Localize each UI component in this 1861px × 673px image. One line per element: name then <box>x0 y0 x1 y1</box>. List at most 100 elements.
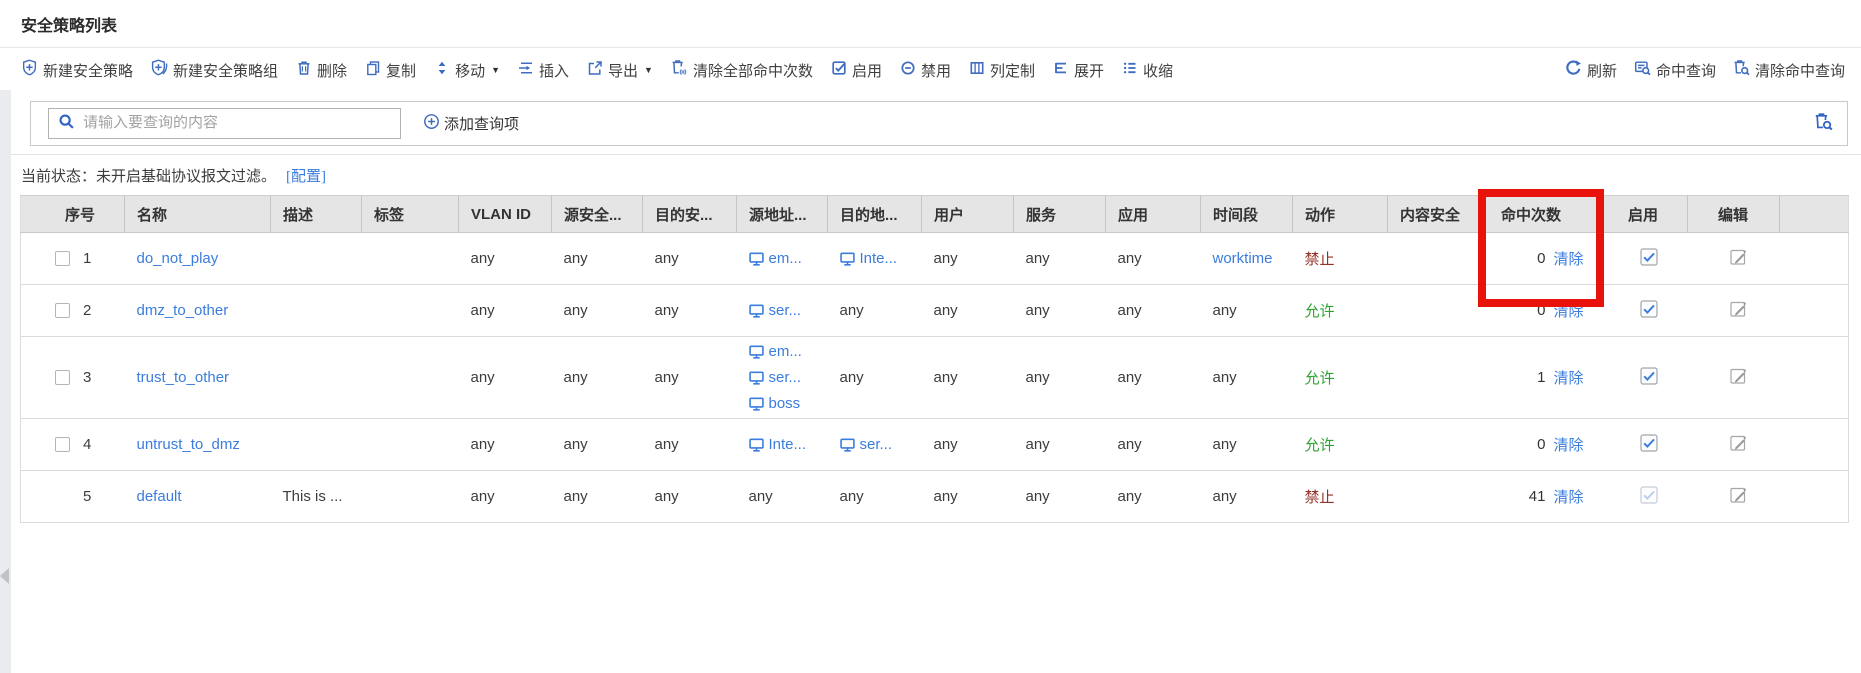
column-customize-button[interactable]: 列定制 <box>969 60 1035 81</box>
header-user[interactable]: 用户 <box>922 196 1014 233</box>
edit-button[interactable] <box>1730 367 1748 389</box>
schedule-link[interactable]: worktime <box>1213 250 1273 267</box>
policy-name-link[interactable]: dmz_to_other <box>137 302 229 319</box>
chevron-down-icon: ▼ <box>491 65 500 75</box>
user-cell: any <box>922 285 1014 337</box>
policy-name-link[interactable]: default <box>137 488 182 505</box>
export-button[interactable]: 导出 ▼ <box>587 60 653 81</box>
enable-checkbox[interactable] <box>1640 367 1658 389</box>
section-divider <box>0 154 1861 155</box>
tag-cell <box>362 285 459 337</box>
policy-name-link[interactable]: untrust_to_dmz <box>137 436 240 453</box>
header-desc[interactable]: 描述 <box>271 196 362 233</box>
copy-button[interactable]: 复制 <box>365 60 416 81</box>
table-row: 3 trust_to_other any any any em... ser..… <box>21 337 1849 419</box>
header-vlan[interactable]: VLAN ID <box>459 196 552 233</box>
clear-hits-link[interactable]: 清除 <box>1553 434 1583 455</box>
policy-name-link[interactable]: do_not_play <box>137 250 219 267</box>
app-cell: any <box>1106 471 1201 523</box>
header-schedule[interactable]: 时间段 <box>1201 196 1293 233</box>
row-seq: 4 <box>83 436 91 453</box>
edit-button[interactable] <box>1730 300 1748 322</box>
refresh-button[interactable]: 刷新 <box>1565 59 1617 81</box>
expand-button[interactable]: 展开 <box>1053 60 1104 81</box>
row-checkbox[interactable] <box>55 370 70 385</box>
src-addr-link[interactable]: boss <box>749 391 828 417</box>
dst-zone-cell: any <box>643 471 737 523</box>
enable-checkbox[interactable] <box>1640 434 1658 456</box>
header-service[interactable]: 服务 <box>1014 196 1106 233</box>
header-src-addr[interactable]: 源地址... <box>737 196 828 233</box>
tag-cell <box>362 419 459 471</box>
insert-icon <box>518 60 534 81</box>
collapse-button[interactable]: 收缩 <box>1122 60 1173 81</box>
header-tag[interactable]: 标签 <box>362 196 459 233</box>
src-addr-link[interactable]: Inte... <box>749 432 828 458</box>
search-input[interactable] <box>83 115 400 132</box>
clear-hits-link[interactable]: 清除 <box>1553 300 1583 321</box>
src-addr-link[interactable]: ser... <box>749 298 828 324</box>
desc-cell <box>271 419 362 471</box>
new-policy-button[interactable]: 新建安全策略 <box>21 59 133 81</box>
clear-hit-query-icon <box>1733 59 1750 81</box>
new-policy-group-button[interactable]: 新建安全策略组 <box>151 59 278 81</box>
toolbar-right: 刷新 命中查询 清除命中查询 <box>1565 59 1845 81</box>
move-button[interactable]: 移动 ▼ <box>434 60 500 81</box>
insert-button[interactable]: 插入 <box>518 60 569 81</box>
monitor-icon <box>749 438 764 452</box>
header-edit[interactable]: 编辑 <box>1688 196 1780 233</box>
pencil-icon <box>1730 434 1748 452</box>
header-dst-addr[interactable]: 目的地... <box>828 196 922 233</box>
header-name[interactable]: 名称 <box>125 196 271 233</box>
header-src-zone[interactable]: 源安全... <box>552 196 643 233</box>
header-enable[interactable]: 启用 <box>1598 196 1688 233</box>
dst-addr-link[interactable]: ser... <box>840 432 922 458</box>
header-dst-zone[interactable]: 目的安... <box>643 196 737 233</box>
header-seq[interactable]: 序号 <box>21 196 125 233</box>
search-panel: 添加查询项 <box>30 101 1848 146</box>
disable-button[interactable]: 禁用 <box>900 60 951 81</box>
collapse-panel-handle[interactable] <box>0 568 9 584</box>
enable-checkbox[interactable] <box>1640 300 1658 322</box>
header-action[interactable]: 动作 <box>1293 196 1388 233</box>
monitor-icon <box>749 304 764 318</box>
src-addr-link[interactable]: ser... <box>749 365 828 391</box>
src-addr-link[interactable]: em... <box>749 246 828 272</box>
shield-group-plus-icon <box>151 59 168 81</box>
app-cell: any <box>1106 233 1201 285</box>
header-app[interactable]: 应用 <box>1106 196 1201 233</box>
clear-hits-link[interactable]: 清除 <box>1553 367 1583 388</box>
clear-hit-query-button[interactable]: 清除命中查询 <box>1733 59 1845 81</box>
pencil-icon <box>1730 367 1748 385</box>
policy-table: 序号 名称 描述 标签 VLAN ID 源安全... 目的安... 源地址...… <box>20 195 1848 523</box>
src-addr-cell: any <box>737 471 828 523</box>
add-query-button[interactable]: 添加查询项 <box>423 113 519 134</box>
row-checkbox[interactable] <box>55 251 70 266</box>
hit-query-button[interactable]: 命中查询 <box>1634 59 1716 81</box>
row-checkbox[interactable] <box>55 437 70 452</box>
monitor-icon <box>840 438 855 452</box>
clear-search-query-button[interactable] <box>1814 112 1833 136</box>
clear-all-hits-button[interactable]: 00 清除全部命中次数 <box>671 59 813 81</box>
clear-hits-link[interactable]: 清除 <box>1553 248 1583 269</box>
clear-hits-link[interactable]: 清除 <box>1553 486 1583 507</box>
policy-name-link[interactable]: trust_to_other <box>137 369 230 386</box>
enable-checkbox[interactable] <box>1640 248 1658 270</box>
edit-button[interactable] <box>1730 434 1748 456</box>
service-cell: any <box>1014 337 1106 419</box>
edit-button[interactable] <box>1730 248 1748 270</box>
status-line: 当前状态：未开启基础协议报文过滤。 [配置] <box>21 163 1861 187</box>
header-content-security[interactable]: 内容安全 <box>1388 196 1481 233</box>
delete-button[interactable]: 删除 <box>296 60 347 81</box>
src-addr-link[interactable]: em... <box>749 339 828 365</box>
header-hit-count[interactable]: 命中次数 <box>1481 196 1598 233</box>
enable-button[interactable]: 启用 <box>831 60 882 81</box>
search-box[interactable] <box>48 108 401 139</box>
edit-button[interactable] <box>1730 486 1748 508</box>
row-checkbox[interactable] <box>55 303 70 318</box>
dst-addr-link[interactable]: Inte... <box>840 246 922 272</box>
action-cell: 允许 <box>1305 437 1335 454</box>
toolbar: 新建安全策略 新建安全策略组 删除 复制 移动 ▼ 插入 导出 ▼ 00 清除全… <box>0 47 1861 91</box>
configure-link[interactable]: [配置] <box>286 165 326 186</box>
dst-zone-cell: any <box>643 337 737 419</box>
